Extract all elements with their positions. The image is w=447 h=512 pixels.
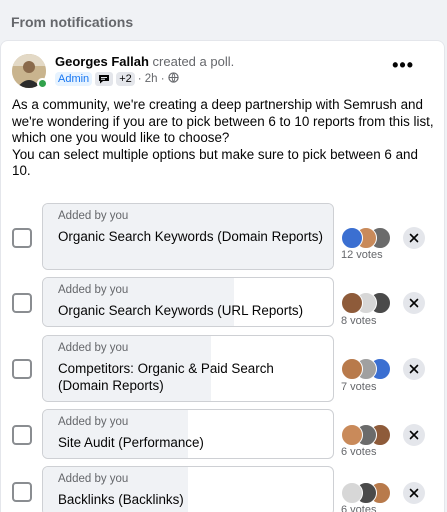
- poll-option[interactable]: Added by you Backlinks (Backlinks): [42, 466, 334, 512]
- author-name[interactable]: Georges Fallah: [55, 54, 149, 69]
- close-icon[interactable]: [403, 482, 425, 504]
- poll-option-vote-count[interactable]: 6 votes: [341, 504, 376, 512]
- post-meta: Admin +2 · 2h ·: [55, 71, 179, 87]
- poll-option-added-by: Added by you: [58, 284, 129, 296]
- close-icon[interactable]: [403, 227, 425, 249]
- post-action: created a poll.: [152, 54, 235, 69]
- poll-option-vote-count[interactable]: 8 votes: [341, 315, 376, 327]
- globe-icon: [167, 72, 179, 86]
- voter-avatar: [341, 358, 363, 380]
- close-icon[interactable]: [403, 358, 425, 380]
- post-text-paragraph: As a community, we're creating a deep pa…: [12, 97, 434, 145]
- chat-badge-icon[interactable]: [95, 72, 114, 86]
- voter-avatar: [341, 424, 363, 446]
- extra-badges[interactable]: +2: [116, 72, 135, 86]
- poll-option-added-by: Added by you: [58, 416, 129, 428]
- poll-option-added-by: Added by you: [58, 210, 129, 222]
- more-options-button[interactable]: •••: [392, 56, 414, 74]
- voter-avatar: [341, 227, 363, 249]
- poll-option-added-by: Added by you: [58, 342, 129, 354]
- voter-avatar: [341, 292, 363, 314]
- voter-avatar: [341, 482, 363, 504]
- poll-option-checkbox[interactable]: [12, 425, 32, 445]
- poll-option[interactable]: Added by you Site Audit (Performance): [42, 409, 334, 459]
- poll-option-label: Organic Search Keywords (Domain Reports): [58, 229, 323, 244]
- poll-option-checkbox[interactable]: [12, 228, 32, 248]
- poll-option-label: Organic Search Keywords (URL Reports): [58, 303, 304, 318]
- poll-post-card: Georges Fallah created a poll. Admin +2 …: [0, 40, 445, 512]
- poll-option-label: Competitors: Organic & Paid Search (Doma…: [58, 361, 274, 393]
- admin-badge[interactable]: Admin: [55, 72, 93, 86]
- section-title: From notifications: [11, 14, 134, 30]
- poll-option-checkbox[interactable]: [12, 359, 32, 379]
- close-icon[interactable]: [403, 424, 425, 446]
- poll-option[interactable]: Added by you Organic Search Keywords (Dom…: [42, 203, 334, 270]
- author-line: Georges Fallah created a poll.: [55, 54, 234, 69]
- poll-option[interactable]: Added by you Competitors: Organic & Paid …: [42, 335, 334, 402]
- poll-option-vote-count[interactable]: 12 votes: [341, 249, 383, 261]
- poll-option-label: Backlinks (Backlinks): [58, 492, 184, 507]
- poll-option-vote-count[interactable]: 6 votes: [341, 446, 376, 458]
- poll-option[interactable]: Added by you Organic Search Keywords (URL…: [42, 277, 334, 327]
- poll-option-vote-count[interactable]: 7 votes: [341, 381, 376, 393]
- poll-option-label: Site Audit (Performance): [58, 435, 204, 450]
- poll-option-added-by: Added by you: [58, 473, 129, 485]
- poll-option-checkbox[interactable]: [12, 482, 32, 502]
- post-text-paragraph: You can select multiple options but make…: [12, 146, 418, 179]
- online-status-dot: [37, 78, 48, 89]
- close-icon[interactable]: [403, 292, 425, 314]
- post-text: As a community, we're creating a deep pa…: [12, 97, 437, 180]
- post-time[interactable]: · 2h ·: [138, 73, 165, 85]
- poll-option-checkbox[interactable]: [12, 293, 32, 313]
